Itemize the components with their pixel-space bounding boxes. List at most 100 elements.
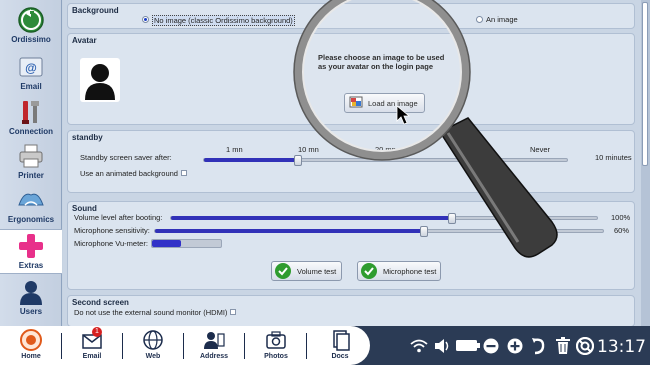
image-file-icon bbox=[349, 96, 363, 110]
unread-count-badge: 1 bbox=[92, 327, 102, 337]
taskbar-home-label: Home bbox=[21, 353, 41, 360]
battery-icon[interactable] bbox=[455, 339, 481, 352]
volume-slider[interactable] bbox=[170, 213, 598, 224]
vu-meter-level bbox=[152, 240, 181, 247]
connection-tools-icon bbox=[16, 98, 46, 126]
taskbar-docs[interactable]: Docs bbox=[315, 329, 365, 363]
standby-tick-1mn: 1 mn bbox=[226, 145, 243, 154]
sidebar-item-label: Ergonomics bbox=[7, 215, 55, 224]
sound-title: Sound bbox=[72, 204, 97, 213]
an-image-radio[interactable] bbox=[476, 16, 483, 23]
no-image-option-label[interactable]: No image (classic Ordissimo background) bbox=[152, 15, 295, 26]
mic-sensitivity-handle[interactable] bbox=[420, 226, 428, 237]
sidebar-item-printer[interactable]: Printer bbox=[0, 140, 62, 183]
sidebar-item-email[interactable]: @ Email bbox=[0, 51, 62, 94]
user-icon bbox=[16, 278, 46, 306]
scrollbar-thumb[interactable] bbox=[642, 2, 648, 166]
settings-sidebar: Ordissimo @ Email Connection Printer Erg… bbox=[0, 0, 62, 326]
taskbar-separator bbox=[61, 333, 62, 359]
mic-sensitivity-slider[interactable] bbox=[154, 226, 604, 237]
hdmi-sound-checkbox[interactable] bbox=[230, 309, 236, 315]
load-image-button[interactable]: Load an image bbox=[344, 93, 425, 113]
sidebar-item-label: Users bbox=[19, 307, 43, 316]
avatar-section: Avatar Please choose an image to be used… bbox=[67, 33, 635, 125]
volume-label: Volume level after booting: bbox=[74, 213, 163, 222]
taskbar-separator bbox=[122, 333, 123, 359]
sidebar-item-ordissimo[interactable]: Ordissimo bbox=[0, 4, 62, 47]
clock: 13:17 bbox=[597, 337, 646, 357]
taskbar-photos-label: Photos bbox=[264, 353, 288, 360]
load-image-label: Load an image bbox=[368, 98, 418, 108]
address-book-icon bbox=[204, 332, 225, 349]
help-lifebuoy-icon[interactable] bbox=[576, 337, 594, 355]
ergonomics-icon bbox=[16, 186, 46, 214]
volume-test-label: Volume test bbox=[297, 266, 337, 276]
zoom-in-icon[interactable] bbox=[507, 338, 523, 354]
vu-meter bbox=[151, 239, 222, 248]
avatar-prompt-line1: Please choose an image to be used bbox=[318, 53, 445, 62]
no-image-radio[interactable] bbox=[142, 16, 149, 23]
animated-background-label: Use an animated background bbox=[80, 169, 178, 178]
taskbar-address[interactable]: Address bbox=[189, 329, 239, 363]
sidebar-item-connection[interactable]: Connection bbox=[0, 96, 62, 139]
standby-slider[interactable] bbox=[203, 155, 568, 166]
plus-icon bbox=[16, 232, 46, 260]
vu-meter-label: Microphone Vu-meter: bbox=[74, 239, 148, 248]
checkmark-icon bbox=[275, 263, 291, 279]
sidebar-item-label: Email bbox=[20, 82, 42, 91]
camera-icon bbox=[266, 331, 286, 349]
email-icon: @ bbox=[16, 53, 46, 81]
taskbar-home[interactable]: Home bbox=[6, 329, 56, 363]
sidebar-item-extras[interactable]: Extras bbox=[0, 229, 62, 274]
microphone-test-label: Microphone test bbox=[383, 266, 437, 276]
wifi-icon[interactable] bbox=[410, 339, 428, 353]
trash-icon[interactable] bbox=[555, 336, 571, 355]
sidebar-item-label: Ordissimo bbox=[11, 35, 51, 44]
avatar-silhouette-icon bbox=[85, 64, 115, 100]
background-section: Background No image (classic Ordissimo b… bbox=[67, 3, 635, 29]
back-arrow-icon bbox=[16, 6, 46, 34]
avatar-title: Avatar bbox=[72, 36, 97, 45]
taskbar-separator bbox=[306, 333, 307, 359]
mic-sensitivity-label: Microphone sensitivity: bbox=[74, 226, 150, 235]
an-image-option-label[interactable]: An image bbox=[486, 15, 518, 24]
sidebar-item-users[interactable]: Users bbox=[0, 276, 62, 319]
volume-icon[interactable] bbox=[434, 338, 452, 354]
taskbar-web-label: Web bbox=[145, 353, 161, 360]
standby-saver-label: Standby screen saver after: bbox=[80, 153, 172, 162]
mic-sensitivity-value: 60% bbox=[614, 226, 630, 235]
volume-test-button[interactable]: Volume test bbox=[271, 261, 342, 281]
standby-tick-20mn: 20 mn bbox=[375, 145, 396, 154]
taskbar-photos[interactable]: Photos bbox=[251, 329, 301, 363]
standby-tick-10mn: 10 mn bbox=[298, 145, 319, 154]
second-screen-title: Second screen bbox=[72, 298, 129, 307]
standby-value: 10 minutes bbox=[595, 153, 632, 162]
undo-icon[interactable] bbox=[531, 337, 547, 355]
volume-slider-fill bbox=[171, 216, 452, 220]
standby-title: standby bbox=[72, 133, 103, 142]
sidebar-item-label: Extras bbox=[18, 261, 44, 270]
taskbar-address-label: Address bbox=[199, 353, 228, 360]
mic-sensitivity-fill bbox=[155, 229, 424, 233]
volume-value: 100% bbox=[611, 213, 631, 222]
volume-slider-handle[interactable] bbox=[448, 213, 456, 224]
animated-background-checkbox[interactable] bbox=[181, 170, 187, 176]
checkmark-icon bbox=[361, 263, 377, 279]
settings-panel: Background No image (classic Ordissimo b… bbox=[63, 0, 641, 326]
microphone-test-button[interactable]: Microphone test bbox=[357, 261, 441, 281]
taskbar-web[interactable]: Web bbox=[128, 329, 178, 363]
taskbar-email[interactable]: 1 Email bbox=[67, 327, 117, 363]
taskbar-separator bbox=[244, 333, 245, 359]
sidebar-item-label: Connection bbox=[9, 127, 53, 136]
standby-section: standby 1 mn 10 mn 20 mn Never Standby s… bbox=[67, 130, 635, 193]
sound-section: Sound Volume level after booting: 100% M… bbox=[67, 201, 635, 290]
zoom-out-icon[interactable] bbox=[483, 338, 499, 354]
standby-slider-handle[interactable] bbox=[294, 155, 302, 166]
svg-text:@: @ bbox=[25, 61, 37, 75]
panel-scrollbar[interactable] bbox=[641, 0, 650, 326]
sidebar-item-ergonomics[interactable]: Ergonomics bbox=[0, 184, 62, 227]
background-title: Background bbox=[72, 6, 119, 15]
home-icon bbox=[20, 329, 42, 351]
taskbar-email-label: Email bbox=[82, 353, 102, 360]
standby-slider-fill bbox=[204, 158, 298, 162]
